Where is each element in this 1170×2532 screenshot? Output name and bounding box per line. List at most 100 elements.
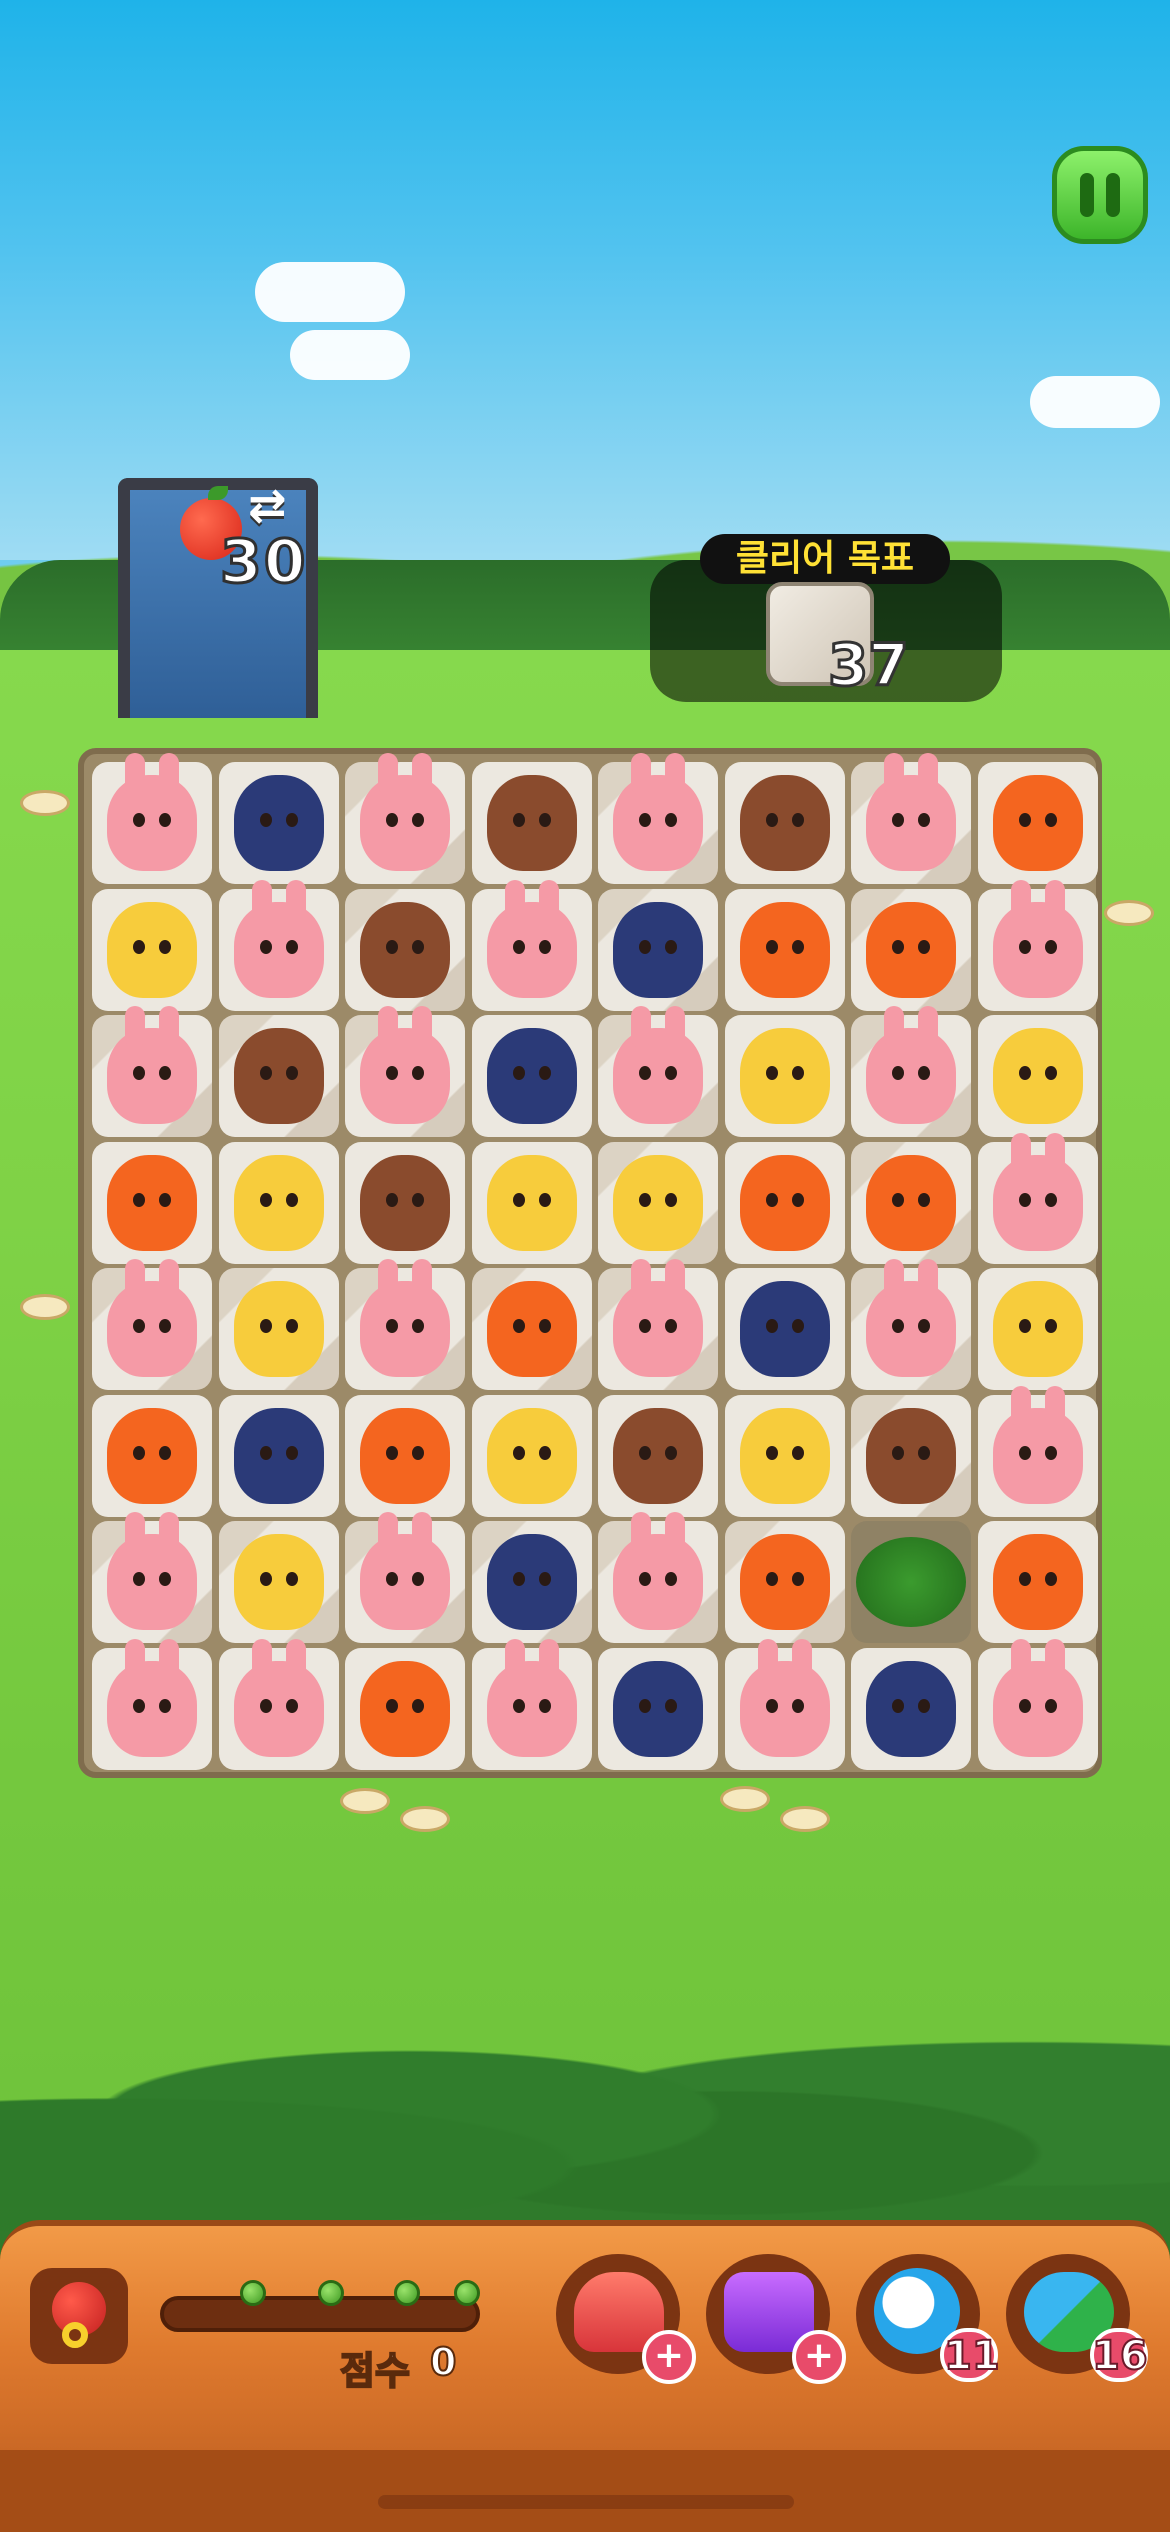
cracked-tile-chick[interactable] [851, 1141, 971, 1264]
tile-giraffe[interactable] [471, 1394, 592, 1517]
tile-bunny[interactable] [977, 879, 1098, 1011]
cracked-tile-chick[interactable] [851, 888, 971, 1011]
pause-icon [1080, 173, 1094, 217]
giraffe-icon [992, 1281, 1083, 1377]
pause-button[interactable] [1052, 146, 1148, 244]
cracked-tile-bunny[interactable] [598, 1259, 718, 1390]
cracked-tile-bunny[interactable] [345, 1512, 465, 1643]
chick-icon [107, 1407, 197, 1504]
bear-icon [486, 775, 577, 871]
cracked-tile-giraffe[interactable] [218, 1268, 339, 1390]
ear [412, 753, 432, 795]
tile-giraffe[interactable] [218, 1141, 339, 1264]
tile-bunny[interactable] [724, 1638, 845, 1770]
buy-hammer-button[interactable]: + [642, 2330, 696, 2384]
tile-bunny[interactable] [92, 1638, 212, 1770]
cracked-tile-giraffe[interactable] [218, 1521, 339, 1643]
cracked-tile-bear[interactable] [218, 1015, 339, 1137]
tile-giraffe[interactable] [471, 1141, 592, 1264]
tile-wolf[interactable] [724, 1268, 845, 1390]
bunny-icon [992, 1638, 1083, 1757]
tile-wolf[interactable] [851, 1647, 971, 1770]
cracked-tile-bunny[interactable] [598, 1006, 718, 1137]
ear [125, 1638, 145, 1681]
home-indicator [378, 2495, 794, 2509]
tile-chick[interactable] [92, 1394, 212, 1517]
ear [412, 1259, 432, 1301]
tile-giraffe[interactable] [977, 1015, 1098, 1137]
tile-bunny[interactable] [977, 1385, 1098, 1517]
tile-bunny[interactable] [218, 879, 339, 1011]
tile-bear[interactable] [598, 1394, 718, 1517]
cracked-tile-chick[interactable] [471, 1268, 592, 1390]
bunny-icon [107, 1638, 197, 1757]
tile-chick[interactable] [977, 1521, 1098, 1643]
tile-giraffe[interactable] [92, 888, 212, 1011]
swap-count: 16 [1091, 2333, 1149, 2379]
cracked-tile-bunny[interactable] [345, 1259, 465, 1390]
tile-giraffe[interactable] [724, 1015, 845, 1137]
flower-decoration [340, 1788, 390, 1814]
tile-chick[interactable] [977, 762, 1098, 884]
bottom-bar-base [0, 2450, 1170, 2532]
cracked-tile-bunny[interactable] [92, 1006, 212, 1137]
ear [251, 1638, 272, 1681]
goal-title: 클리어 목표 [700, 534, 950, 584]
ear [791, 1638, 812, 1681]
tile-chick[interactable] [92, 1141, 212, 1264]
ear [918, 1259, 938, 1301]
giraffe-icon [739, 1028, 830, 1124]
tile-bear[interactable] [345, 1141, 465, 1264]
tile-wolf[interactable] [218, 1394, 339, 1517]
tile-chick[interactable] [345, 1394, 465, 1517]
tile-bunny[interactable] [471, 1638, 592, 1770]
cracked-tile-wolf[interactable] [598, 888, 718, 1011]
cracked-tile-bunny[interactable] [851, 1259, 971, 1390]
cracked-tile-chick[interactable] [724, 1521, 845, 1643]
tile-giraffe[interactable] [977, 1268, 1098, 1390]
bunny-icon [233, 879, 324, 998]
bunny-icon [233, 1638, 324, 1757]
tile-bear[interactable] [471, 762, 592, 884]
cracked-tile-bunny[interactable] [598, 1512, 718, 1643]
bunny-icon [613, 1006, 703, 1124]
ear [159, 1006, 179, 1048]
bush-tile[interactable] [851, 1521, 971, 1643]
tile-wolf[interactable] [598, 1647, 718, 1770]
cracked-tile-giraffe[interactable] [598, 1141, 718, 1264]
moves-counter: 30 [219, 527, 308, 597]
tile-wolf[interactable] [471, 1015, 592, 1137]
ear [159, 753, 179, 795]
cracked-tile-bunny[interactable] [92, 1259, 212, 1390]
ear [504, 1638, 525, 1681]
tile-giraffe[interactable] [724, 1394, 845, 1517]
cracked-tile-bear[interactable] [345, 888, 465, 1011]
cracked-tile-bunny[interactable] [851, 753, 971, 884]
cracked-tile-bear[interactable] [851, 1394, 971, 1517]
tile-chick[interactable] [345, 1647, 465, 1770]
cracked-tile-bunny[interactable] [598, 753, 718, 884]
tile-bunny[interactable] [977, 1132, 1098, 1264]
tile-bunny[interactable] [92, 753, 212, 884]
wolf-icon [613, 901, 703, 998]
cracked-tile-bunny[interactable] [851, 1006, 971, 1137]
tile-chick[interactable] [724, 1141, 845, 1264]
buy-magic-hammer-button[interactable]: + [792, 2330, 846, 2384]
tile-bunny[interactable] [471, 879, 592, 1011]
cracked-tile-bunny[interactable] [345, 753, 465, 884]
cracked-tile-bunny[interactable] [345, 1006, 465, 1137]
chick-icon [739, 901, 830, 998]
ring-icon [62, 2322, 88, 2348]
tile-chick[interactable] [724, 888, 845, 1011]
tile-wolf[interactable] [218, 762, 339, 884]
bunny-icon [486, 879, 577, 998]
tile-bear[interactable] [724, 762, 845, 884]
giraffe-icon [992, 1028, 1083, 1124]
goal-count: 37 [827, 631, 911, 699]
ear [1010, 1385, 1031, 1428]
cracked-tile-wolf[interactable] [471, 1521, 592, 1643]
tile-bunny[interactable] [218, 1638, 339, 1770]
cracked-tile-bunny[interactable] [92, 1512, 212, 1643]
giraffe-icon [233, 1281, 324, 1377]
tile-bunny[interactable] [977, 1638, 1098, 1770]
